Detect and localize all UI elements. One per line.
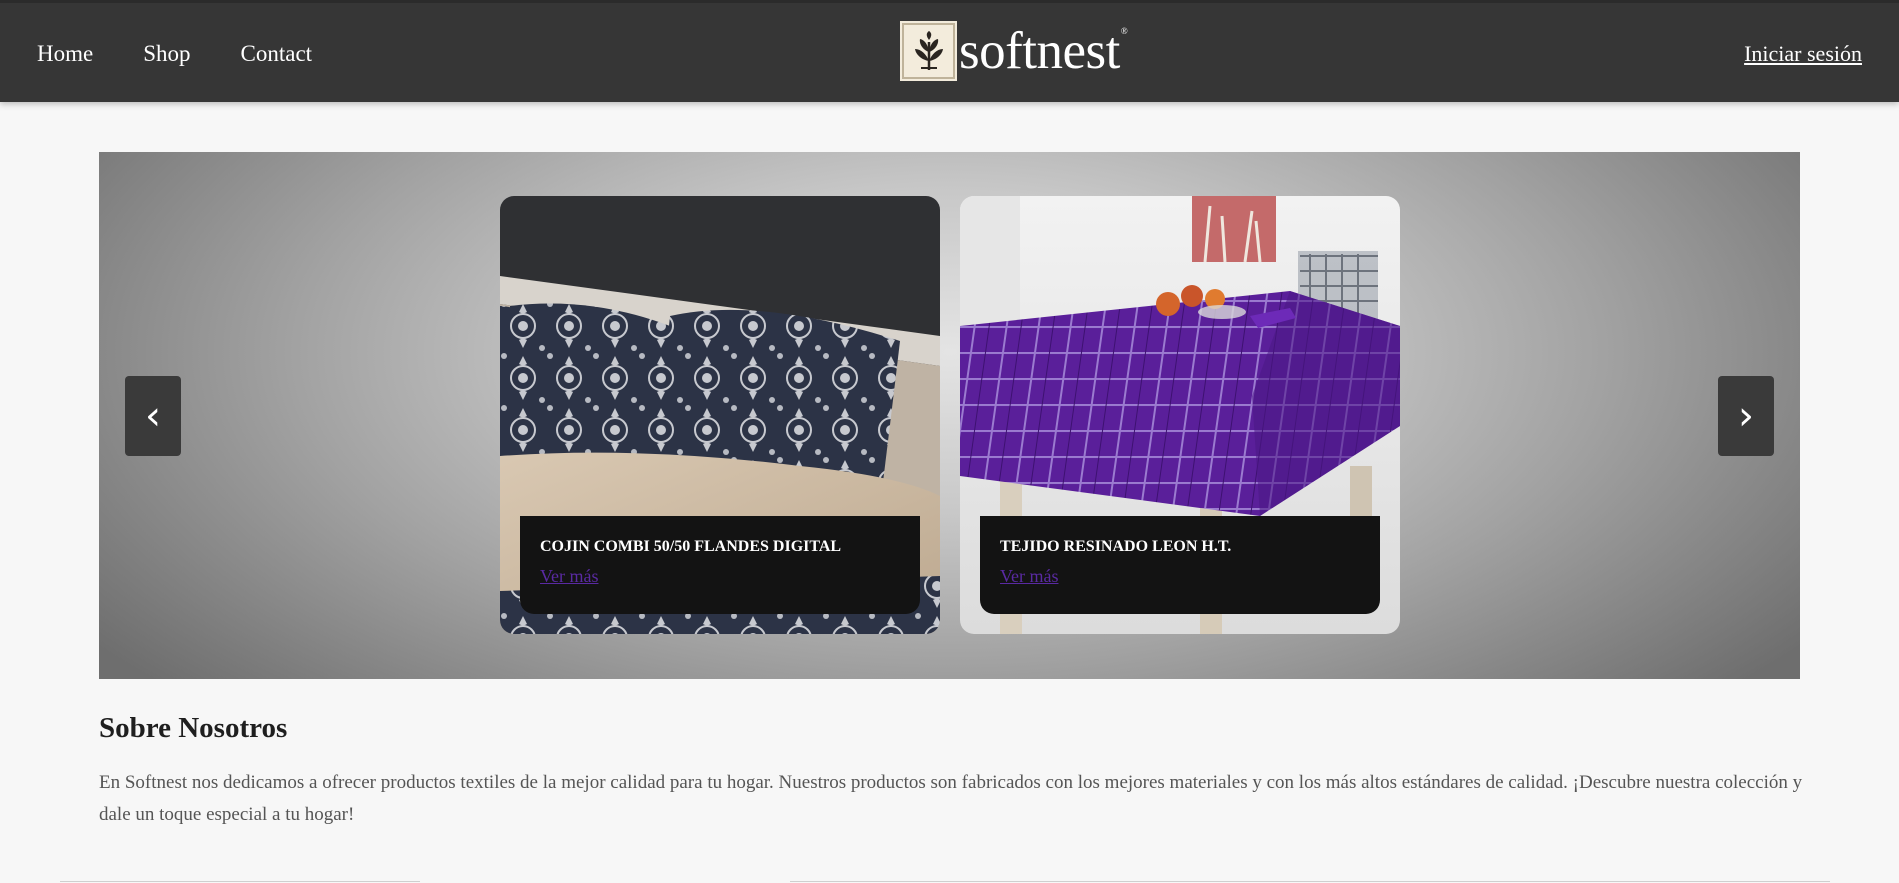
divider <box>60 881 420 882</box>
chevron-left-icon: ‹ <box>145 393 161 439</box>
about-paragraph: En Softnest nos dedicamos a ofrecer prod… <box>99 772 1803 825</box>
product-title: TEJIDO RESINADO LEON H.T. <box>1000 538 1232 555</box>
navbar: Home Shop Contact softnest ® Iniciar ses… <box>0 0 1899 102</box>
logo-wordmark: softnest <box>959 21 1120 80</box>
product-title: COJIN COMBI 50/50 FLANDES DIGITAL <box>540 538 842 555</box>
about-heading: Sobre Nosotros <box>99 712 288 744</box>
nav-link-home[interactable]: Home <box>37 41 93 67</box>
chevron-right-icon: › <box>1738 393 1754 439</box>
product-card[interactable]: TEJIDO RESINADO LEON H.T. Ver más <box>960 196 1400 634</box>
divider <box>790 881 1830 882</box>
registered-mark: ® <box>1120 26 1128 36</box>
login-link[interactable]: Iniciar sesión <box>1744 3 1862 105</box>
product-card[interactable]: COJIN COMBI 50/50 FLANDES DIGITAL Ver má… <box>500 196 940 634</box>
card-caption: COJIN COMBI 50/50 FLANDES DIGITAL Ver má… <box>520 516 920 614</box>
see-more-link[interactable]: Ver más <box>540 566 598 587</box>
card-caption: TEJIDO RESINADO LEON H.T. Ver más <box>980 516 1380 614</box>
see-more-link[interactable]: Ver más <box>1000 566 1058 587</box>
nav-link-shop[interactable]: Shop <box>143 41 190 67</box>
logo-plant-icon <box>900 21 957 81</box>
nav-link-contact[interactable]: Contact <box>241 41 313 67</box>
product-carousel: ‹ COJIN COMBI 50/50 FLANDES DIGITAL Ver … <box>99 152 1800 679</box>
carousel-prev-button[interactable]: ‹ <box>125 376 181 456</box>
logo[interactable]: softnest ® <box>900 21 1128 81</box>
carousel-next-button[interactable]: › <box>1718 376 1774 456</box>
main-nav: Home Shop Contact <box>37 3 362 105</box>
